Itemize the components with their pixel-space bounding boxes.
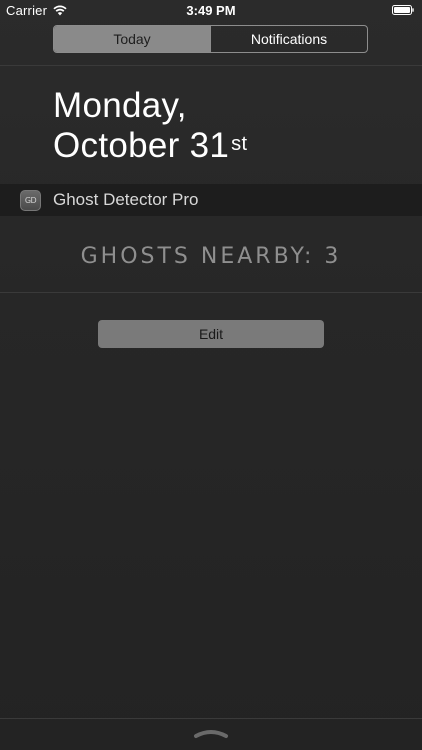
tab-notifications[interactable]: Notifications	[210, 26, 367, 52]
widget-divider	[0, 292, 422, 293]
status-bar: Carrier 3:49 PM	[0, 0, 422, 22]
edit-button[interactable]: Edit	[98, 320, 324, 348]
date-month-day-line: October 31st	[53, 126, 247, 166]
today-notifications-segmented-control: Today Notifications	[53, 25, 368, 53]
bottom-divider	[0, 718, 422, 719]
header-divider	[0, 65, 422, 66]
ghost-detector-app-icon: GD	[20, 189, 41, 211]
today-view-screen: Carrier 3:49 PM Today Notifications Mond…	[0, 0, 422, 750]
battery-icon	[392, 5, 414, 15]
grabber-handle-icon[interactable]	[193, 727, 229, 739]
app-icon-text: GD	[24, 195, 37, 205]
widget-title: Ghost Detector Pro	[53, 190, 199, 209]
status-time: 3:49 PM	[186, 3, 236, 18]
date-weekday: Monday,	[53, 86, 187, 125]
ghosts-nearby-label: GHOSTS NEARBY: 3	[80, 244, 342, 269]
widget-header[interactable]: GD Ghost Detector Pro	[0, 184, 422, 216]
date-ordinal-suffix: st	[231, 133, 248, 155]
date-month-day: October 31	[53, 126, 230, 165]
tab-today[interactable]: Today	[54, 26, 210, 52]
date-heading: Monday, October 31st	[53, 86, 247, 166]
